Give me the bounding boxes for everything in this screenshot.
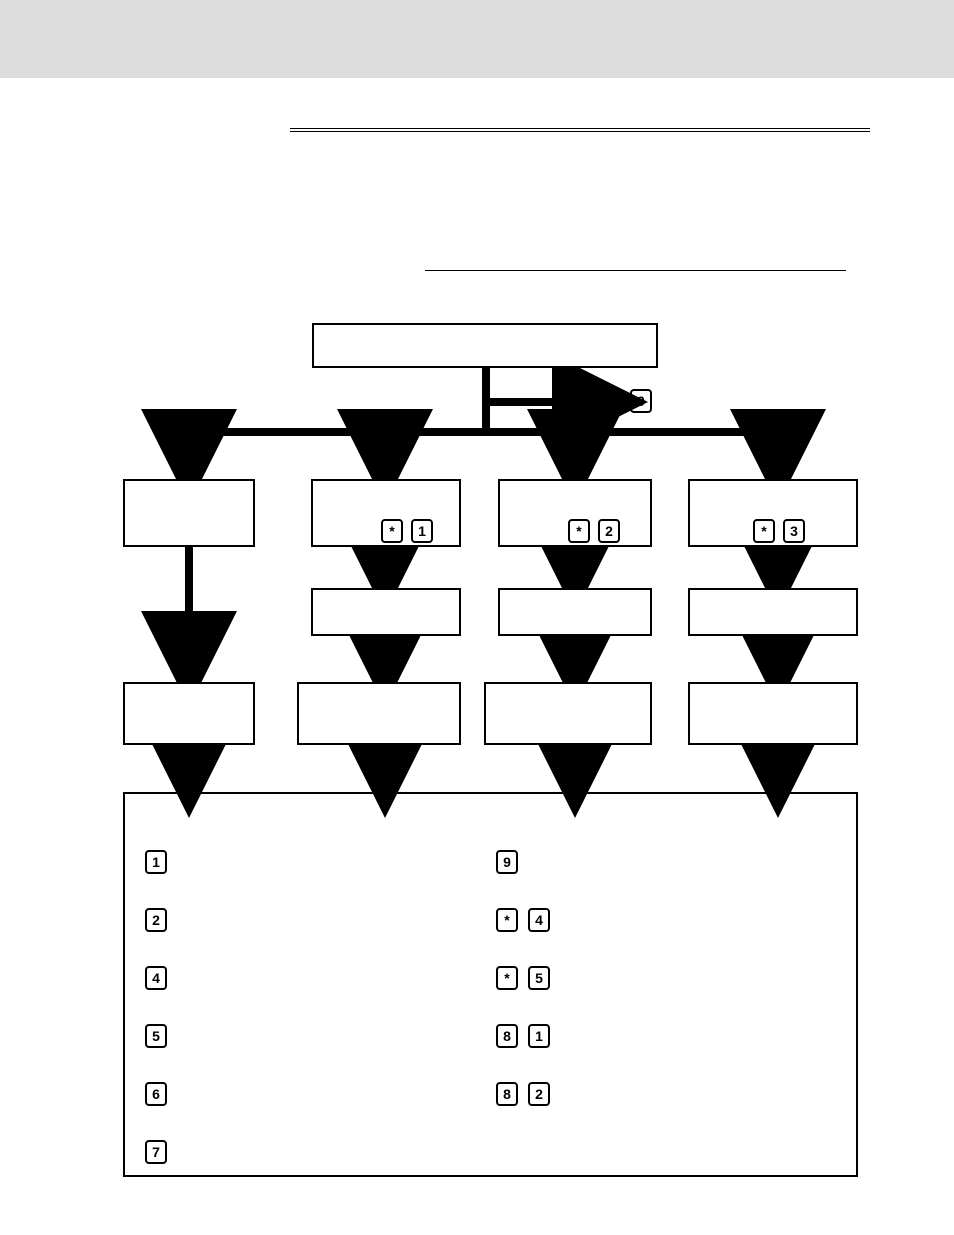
option-left-0: 1	[145, 850, 177, 874]
key-5[interactable]: 5	[145, 1024, 167, 1048]
key-5[interactable]: 5	[528, 966, 550, 990]
key-0[interactable]: 0	[630, 389, 652, 413]
option-right-2: * 5	[496, 966, 560, 990]
option-left-3: 5	[145, 1024, 177, 1048]
key-9[interactable]: 9	[496, 850, 518, 874]
branch-3-keys: * 3	[753, 519, 809, 543]
branch-3-final	[688, 682, 858, 745]
branch-2-keys: * 2	[568, 519, 624, 543]
zero-key-group: 0	[630, 389, 656, 413]
key-star[interactable]: *	[496, 908, 518, 932]
key-1[interactable]: 1	[411, 519, 433, 543]
root-node	[312, 323, 658, 368]
branch-2-sub	[498, 588, 652, 636]
key-2[interactable]: 2	[598, 519, 620, 543]
option-left-1: 2	[145, 908, 177, 932]
key-star[interactable]: *	[496, 966, 518, 990]
options-panel	[123, 792, 858, 1177]
option-left-4: 6	[145, 1082, 177, 1106]
key-3[interactable]: 3	[783, 519, 805, 543]
key-2[interactable]: 2	[145, 908, 167, 932]
key-8[interactable]: 8	[496, 1024, 518, 1048]
key-8[interactable]: 8	[496, 1082, 518, 1106]
option-left-2: 4	[145, 966, 177, 990]
key-star[interactable]: *	[381, 519, 403, 543]
branch-2-final	[484, 682, 652, 745]
key-4[interactable]: 4	[145, 966, 167, 990]
branch-3-sub	[688, 588, 858, 636]
branch-1-final	[297, 682, 461, 745]
option-left-5: 7	[145, 1140, 177, 1164]
key-7[interactable]: 7	[145, 1140, 167, 1164]
key-2[interactable]: 2	[528, 1082, 550, 1106]
key-4[interactable]: 4	[528, 908, 550, 932]
option-right-0: 9	[496, 850, 528, 874]
branch-1-sub	[311, 588, 461, 636]
key-star[interactable]: *	[568, 519, 590, 543]
key-1[interactable]: 1	[528, 1024, 550, 1048]
key-1[interactable]: 1	[145, 850, 167, 874]
key-6[interactable]: 6	[145, 1082, 167, 1106]
option-right-4: 8 2	[496, 1082, 560, 1106]
option-right-3: 8 1	[496, 1024, 560, 1048]
branch-0-box	[123, 479, 255, 547]
branch-0-final	[123, 682, 255, 745]
option-right-1: * 4	[496, 908, 560, 932]
branch-1-keys: * 1	[381, 519, 437, 543]
key-star[interactable]: *	[753, 519, 775, 543]
